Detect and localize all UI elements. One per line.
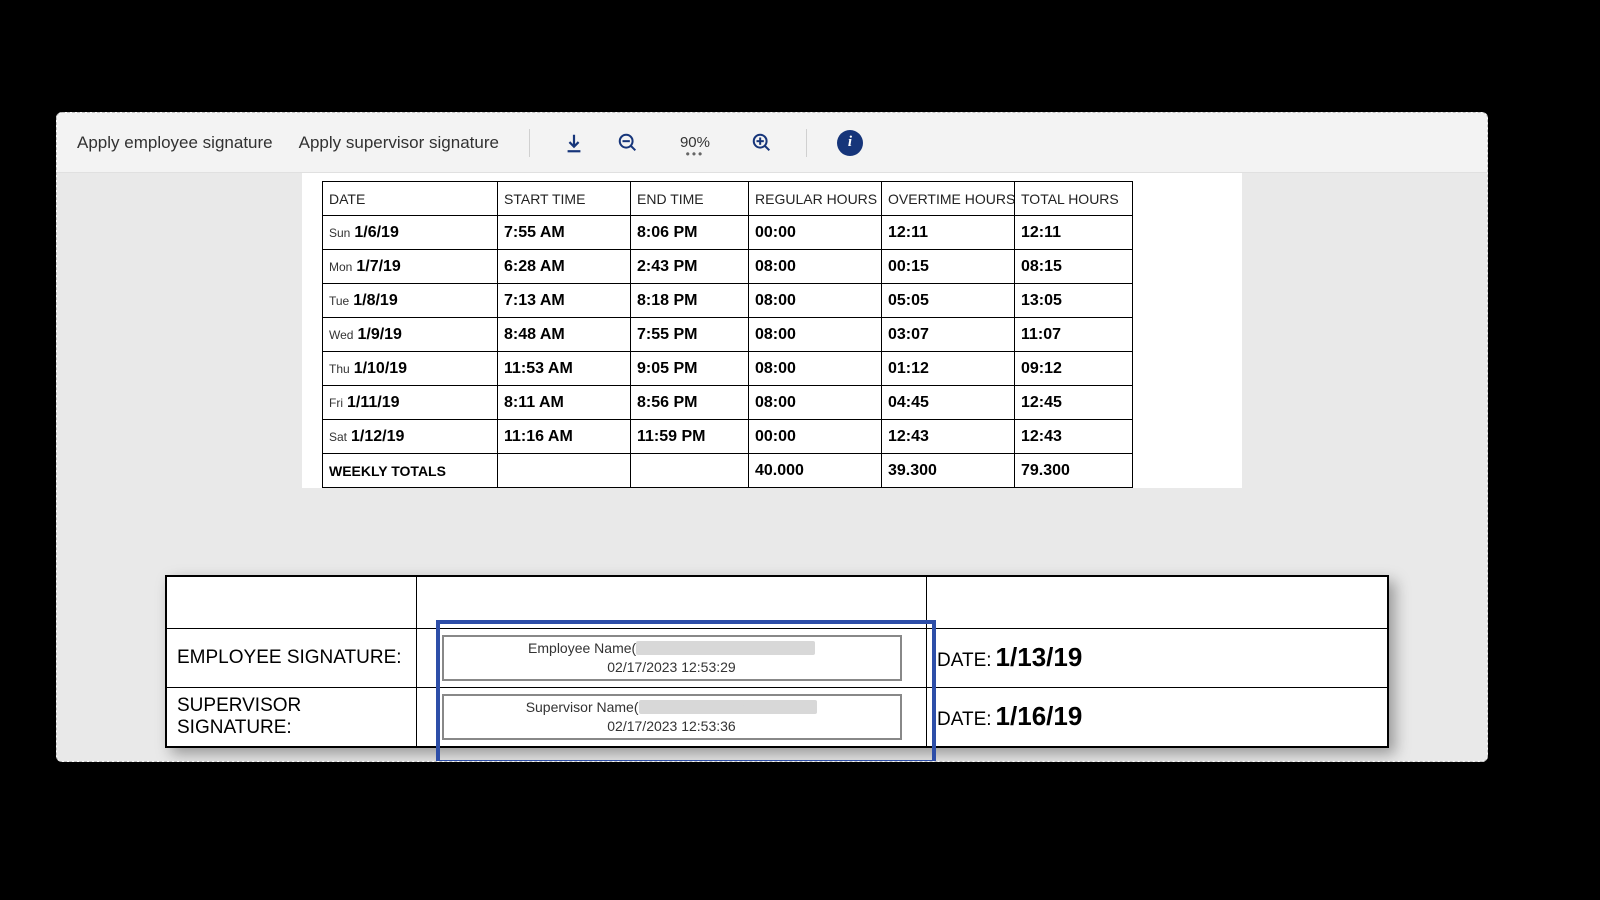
cell-start: 7:13 AM [498,284,631,318]
cell-start: 6:28 AM [498,250,631,284]
document-page: DATE START TIME END TIME REGULAR HOURS O… [302,173,1242,488]
cell-overtime: 04:45 [882,386,1015,420]
col-regular: REGULAR HOURS [749,182,882,216]
cell-regular: 08:00 [749,250,882,284]
more-icon[interactable]: ••• [668,147,722,161]
signature-table: EMPLOYEE SIGNATURE: Employee Name(en.onb… [166,576,1388,747]
table-row: Tue1/8/197:13 AM8:18 PM08:0005:0513:05 [323,284,1133,318]
table-row: Thu1/10/1911:53 AM9:05 PM08:0001:1209:12 [323,352,1133,386]
zoom-level[interactable]: 90% ••• [668,134,722,151]
cell-date: Fri1/11/19 [323,386,498,420]
cell-total: 11:07 [1015,318,1133,352]
cell-end: 7:55 PM [631,318,749,352]
info-icon[interactable]: i [837,130,863,156]
cell-date: Mon1/7/19 [323,250,498,284]
cell-start: 11:16 AM [498,420,631,454]
app-frame: Apply employee signature Apply superviso… [56,112,1488,762]
table-row [167,577,1388,629]
cell-regular: 08:00 [749,284,882,318]
employee-signature-stamp: Employee Name(en.onboarding.gropocityfox… [442,635,902,681]
employee-signature-field[interactable]: Employee Name(en.onboarding.gropocityfox… [417,629,927,688]
totals-label: WEEKLY TOTALS [323,454,498,488]
totals-overtime: 39.300 [882,454,1015,488]
table-row: Wed1/9/198:48 AM7:55 PM08:0003:0711:07 [323,318,1133,352]
cell-date: Sun1/6/19 [323,216,498,250]
cell-overtime: 01:12 [882,352,1015,386]
cell-start: 8:11 AM [498,386,631,420]
cell-end: 8:06 PM [631,216,749,250]
cell-overtime: 05:05 [882,284,1015,318]
table-row: Sun1/6/197:55 AM8:06 PM00:0012:1112:11 [323,216,1133,250]
cell-regular: 00:00 [749,216,882,250]
cell-date: Thu1/10/19 [323,352,498,386]
employee-signature-date: DATE:1/13/19 [927,629,1388,688]
col-overtime: OVERTIME HOURS [882,182,1015,216]
cell-regular: 08:00 [749,318,882,352]
cell-end: 8:18 PM [631,284,749,318]
cell-regular: 08:00 [749,386,882,420]
cell-total: 12:11 [1015,216,1133,250]
cell-total: 09:12 [1015,352,1133,386]
employee-signature-row: EMPLOYEE SIGNATURE: Employee Name(en.onb… [167,629,1388,688]
cell-overtime: 00:15 [882,250,1015,284]
cell-regular: 08:00 [749,352,882,386]
cell-date: Sat1/12/19 [323,420,498,454]
timesheet-table: DATE START TIME END TIME REGULAR HOURS O… [322,181,1133,488]
cell-total: 13:05 [1015,284,1133,318]
zoom-out-icon[interactable] [614,129,642,157]
totals-regular: 40.000 [749,454,882,488]
signature-callout: EMPLOYEE SIGNATURE: Employee Name(en.onb… [165,575,1389,748]
supervisor-signature-date: DATE:1/16/19 [927,687,1388,746]
cell-end: 9:05 PM [631,352,749,386]
cell-date: Tue1/8/19 [323,284,498,318]
cell-overtime: 03:07 [882,318,1015,352]
supervisor-signature-row: SUPERVISOR SIGNATURE: Supervisor Name(en… [167,687,1388,746]
cell-total: 12:45 [1015,386,1133,420]
document-viewport[interactable]: DATE START TIME END TIME REGULAR HOURS O… [57,173,1487,761]
col-date: DATE [323,182,498,216]
cell-start: 11:53 AM [498,352,631,386]
table-row: Fri1/11/198:11 AM8:56 PM08:0004:4512:45 [323,386,1133,420]
table-header-row: DATE START TIME END TIME REGULAR HOURS O… [323,182,1133,216]
toolbar: Apply employee signature Apply superviso… [57,113,1487,173]
col-start: START TIME [498,182,631,216]
table-row: Sat1/12/1911:16 AM11:59 PM00:0012:4312:4… [323,420,1133,454]
supervisor-signature-stamp: Supervisor Name(en.onboarding.gropocityf… [442,694,902,740]
employee-signature-label: EMPLOYEE SIGNATURE: [167,629,417,688]
apply-supervisor-signature-button[interactable]: Apply supervisor signature [299,133,499,153]
cell-start: 7:55 AM [498,216,631,250]
cell-overtime: 12:43 [882,420,1015,454]
col-end: END TIME [631,182,749,216]
table-row: Mon1/7/196:28 AM2:43 PM08:0000:1508:15 [323,250,1133,284]
totals-total: 79.300 [1015,454,1133,488]
toolbar-divider [806,129,807,157]
cell-end: 2:43 PM [631,250,749,284]
cell-overtime: 12:11 [882,216,1015,250]
cell-start: 8:48 AM [498,318,631,352]
supervisor-signature-label: SUPERVISOR SIGNATURE: [167,687,417,746]
cell-total: 12:43 [1015,420,1133,454]
weekly-totals-row: WEEKLY TOTALS 40.00039.30079.300 [323,454,1133,488]
cell-end: 11:59 PM [631,420,749,454]
cell-date: Wed1/9/19 [323,318,498,352]
supervisor-signature-field[interactable]: Supervisor Name(en.onboarding.gropocityf… [417,687,927,746]
cell-end: 8:56 PM [631,386,749,420]
download-icon[interactable] [560,129,588,157]
cell-regular: 00:00 [749,420,882,454]
cell-total: 08:15 [1015,250,1133,284]
toolbar-divider [529,129,530,157]
col-total: TOTAL HOURS [1015,182,1133,216]
apply-employee-signature-button[interactable]: Apply employee signature [77,133,273,153]
zoom-in-icon[interactable] [748,129,776,157]
